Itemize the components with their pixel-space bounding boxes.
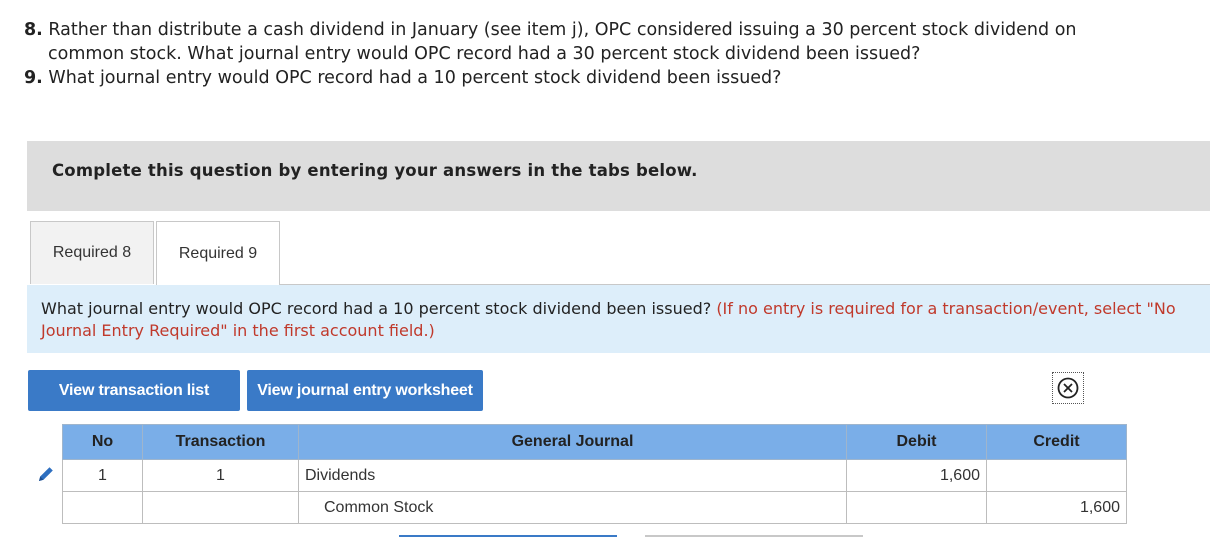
header-general-journal: General Journal: [298, 424, 847, 460]
cell-no: [62, 491, 143, 524]
instruction-text: Complete this question by entering your …: [52, 161, 698, 180]
question-9-number: 9.: [24, 68, 43, 88]
cell-debit[interactable]: 1,600: [846, 459, 987, 492]
close-button[interactable]: [1052, 372, 1084, 404]
header-transaction: Transaction: [142, 424, 299, 460]
header-debit: Debit: [846, 424, 987, 460]
header-credit: Credit: [986, 424, 1127, 460]
question-8-line2: common stock. What journal entry would O…: [48, 44, 921, 64]
header-no: No: [62, 424, 143, 460]
cell-credit[interactable]: 1,600: [986, 491, 1127, 524]
question-8-text: Rather than distribute a cash dividend i…: [48, 20, 1077, 40]
pencil-icon[interactable]: [36, 464, 56, 484]
cell-no: 1: [62, 459, 143, 492]
journal-table: No Transaction General Journal Debit Cre…: [62, 424, 1127, 524]
question-8-number: 8.: [24, 20, 43, 40]
cell-debit[interactable]: [846, 491, 987, 524]
prompt-text: What journal entry would OPC record had …: [41, 298, 1201, 342]
view-transaction-list-button[interactable]: View transaction list: [28, 370, 240, 411]
table-header-row: No Transaction General Journal Debit Cre…: [62, 424, 1127, 460]
prompt-main: What journal entry would OPC record had …: [41, 299, 712, 318]
cell-account[interactable]: Common Stock: [298, 491, 847, 524]
instruction-box: Complete this question by entering your …: [27, 141, 1210, 211]
prompt-box: What journal entry would OPC record had …: [27, 285, 1210, 353]
cell-transaction: 1: [142, 459, 299, 492]
question-8-line1: 8. Rather than distribute a cash dividen…: [24, 18, 1194, 42]
table-row: 1 1 Dividends 1,600: [62, 459, 1127, 492]
cell-account[interactable]: Dividends: [298, 459, 847, 492]
tab-required-8[interactable]: Required 8: [30, 221, 154, 284]
question-text: 8. Rather than distribute a cash dividen…: [24, 18, 1194, 90]
cell-transaction: [142, 491, 299, 524]
tab-required-9[interactable]: Required 9: [156, 221, 280, 285]
question-9-line: 9. What journal entry would OPC record h…: [24, 66, 1194, 90]
close-icon: [1057, 377, 1079, 399]
table-row: Common Stock 1,600: [62, 491, 1127, 524]
cell-credit[interactable]: [986, 459, 1127, 492]
view-journal-entry-worksheet-button[interactable]: View journal entry worksheet: [247, 370, 483, 411]
question-9-text: What journal entry would OPC record had …: [48, 68, 782, 88]
